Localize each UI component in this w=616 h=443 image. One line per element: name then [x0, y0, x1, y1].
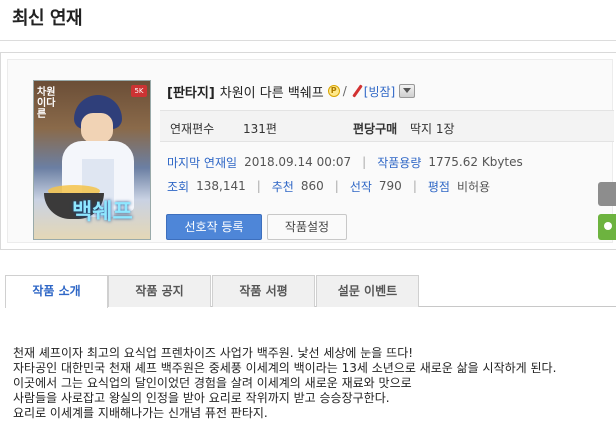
- cover-logo-big: 백쉐프: [72, 200, 133, 225]
- tab-survey-event[interactable]: 설문 이벤트: [316, 275, 419, 307]
- last-update-label: 마지막 연재일: [167, 155, 238, 170]
- cover-image[interactable]: 차원이다른 백쉐프 5K: [33, 80, 151, 240]
- separator: |: [412, 179, 417, 193]
- synopsis-line: 사람들을 사로잡고 왕실의 인정을 받아 요리로 작위까지 받고 승승장구한다.: [13, 391, 390, 405]
- meta-row-episodes: 연재편수 131편 편당구매 딱지 1장: [160, 110, 614, 142]
- separator: |: [362, 155, 367, 169]
- rating-label: 평점: [427, 179, 450, 194]
- picks-label: 선작: [349, 179, 372, 194]
- tab-review[interactable]: 작품 서평: [212, 275, 315, 307]
- rating-value: 비허용: [456, 179, 491, 194]
- separator: |: [334, 179, 339, 193]
- side-green-button[interactable]: [598, 214, 616, 240]
- picks-value: 790: [378, 179, 402, 193]
- synopsis-line: 요리로 이세계를 지배해나가는 신개념 퓨전 판타지.: [13, 406, 268, 420]
- views-value: 138,141: [196, 179, 246, 193]
- tab-notice[interactable]: 작품 공지: [108, 275, 211, 307]
- work-genre: [판타지]: [167, 85, 215, 101]
- meta-row-stats: 조회 138,141 | 추천 860 | 선작 790 | 평점 비허용: [167, 178, 490, 194]
- synopsis-line: 이곳에서 그는 요식업의 달인이었던 경험을 살려 이세계의 새로운 재료와 맛…: [13, 376, 412, 390]
- views-label: 조회: [167, 179, 190, 194]
- cover-badge: 5K: [131, 85, 147, 97]
- dropdown-icon[interactable]: [399, 84, 416, 98]
- work-settings-button[interactable]: 작품설정: [267, 214, 347, 240]
- meta-row-update: 마지막 연재일 2018.09.14 00:07 | 작품용량 1775.62 …: [167, 154, 523, 170]
- premium-icon: P: [327, 85, 340, 97]
- add-favorite-button[interactable]: 선호작 등록: [166, 214, 262, 240]
- work-tabs: 작품 소개 작품 공지 작품 서평 설문 이벤트: [5, 275, 616, 308]
- tab-intro[interactable]: 작품 소개: [5, 275, 108, 308]
- work-title-row: [판타지] 차원이 다른 백쉐프 P / [빙잠]: [167, 82, 416, 101]
- synopsis-line: 천재 셰프이자 최고의 요식업 프렌차이즈 사업가 백주원. 낯선 세상에 눈을…: [13, 346, 414, 360]
- price-value: 딱지 1장: [410, 122, 455, 136]
- last-update-value: 2018.09.14 00:07: [244, 155, 352, 169]
- section-title: 최신 연재: [12, 8, 83, 29]
- episodes-label: 연재편수: [170, 122, 215, 136]
- synopsis: 천재 셰프이자 최고의 요식업 프렌차이즈 사업가 백주원. 낯선 세상에 눈을…: [13, 346, 556, 421]
- title-slash: /: [342, 84, 347, 98]
- separator: |: [256, 179, 261, 193]
- cover-logo-text: 차원이다른: [37, 87, 56, 120]
- price-label: 편당구매: [353, 122, 398, 136]
- pen-icon: [352, 84, 363, 98]
- size-label: 작품용량: [377, 155, 422, 170]
- size-value: 1775.62 Kbytes: [428, 155, 523, 169]
- title-divider: [0, 40, 616, 41]
- author-link[interactable]: [빙잠]: [364, 83, 395, 100]
- synopsis-line: 자타공인 대한민국 천재 셰프 백주원은 중세풍 이세계의 백이라는 13세 소…: [13, 361, 557, 375]
- work-title[interactable]: 차원이 다른 백쉐프: [220, 82, 324, 101]
- episodes-value: 131편: [243, 122, 277, 136]
- cover-face: [81, 113, 113, 143]
- recommend-label: 추천: [271, 179, 294, 194]
- recommend-value: 860: [300, 179, 324, 193]
- side-gray-button[interactable]: [598, 182, 616, 206]
